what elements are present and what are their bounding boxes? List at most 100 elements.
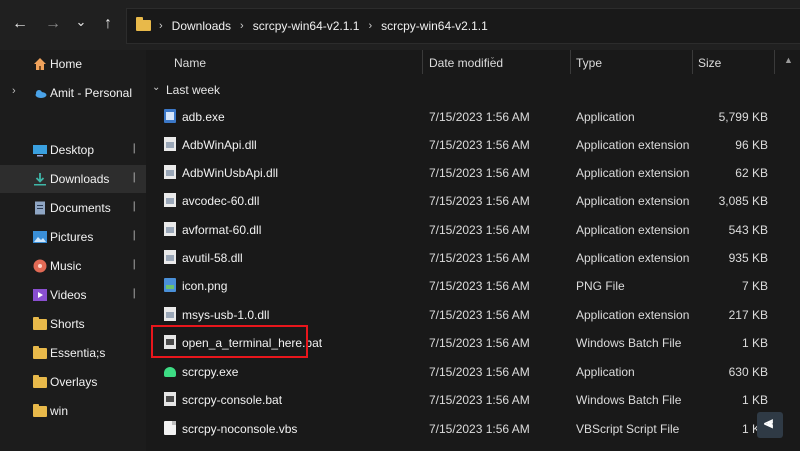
sidebar-item-pictures[interactable]: Pictures ❘: [0, 223, 146, 251]
sidebar-item-label: Documents: [50, 201, 111, 215]
file-date: 7/15/2023 1:56 AM: [429, 308, 530, 322]
sidebar-item-home[interactable]: Home: [0, 50, 146, 78]
file-name: adb.exe: [182, 110, 225, 124]
file-size: 217 KB: [728, 308, 768, 322]
expand-chevron-icon[interactable]: ›: [12, 85, 16, 97]
column-header-size[interactable]: Size: [698, 56, 721, 70]
column-divider[interactable]: [422, 50, 423, 74]
sidebar-item-desktop[interactable]: Desktop ❘: [0, 136, 146, 164]
back-arrow-icon: ←: [12, 15, 28, 32]
download-icon: [33, 172, 47, 186]
dll-icon: [164, 137, 176, 151]
back-button[interactable]: ←: [10, 14, 30, 34]
sidebar-item-documents[interactable]: Documents ❘: [0, 194, 146, 222]
file-row[interactable]: avformat-60.dll 7/15/2023 1:56 AM Applic…: [146, 215, 780, 243]
sidebar-item-videos[interactable]: Videos ❘: [0, 281, 146, 309]
column-header-name[interactable]: Name: [174, 56, 206, 70]
file-size: 630 KB: [728, 365, 768, 379]
sidebar-item-label: Videos: [50, 288, 87, 302]
dll-icon: [164, 165, 176, 179]
dll-icon: [164, 250, 176, 264]
file-date: 7/15/2023 1:56 AM: [429, 336, 530, 350]
up-button[interactable]: ↑: [98, 14, 118, 34]
file-size: 3,085 KB: [718, 194, 768, 208]
file-type: Windows Batch File: [576, 336, 682, 350]
file-size: 7 KB: [741, 279, 768, 293]
file-type: Application: [576, 110, 635, 124]
vbs-icon: [164, 421, 176, 435]
file-date: 7/15/2023 1:56 AM: [429, 110, 530, 124]
column-header-type[interactable]: Type: [576, 56, 602, 70]
vertical-scrollbar[interactable]: ▲: [776, 50, 800, 451]
column-divider[interactable]: [570, 50, 571, 74]
file-date: 7/15/2023 1:56 AM: [429, 251, 530, 265]
dll-icon: [164, 193, 176, 207]
file-name: scrcpy-console.bat: [182, 393, 283, 407]
folder-icon: [33, 375, 47, 388]
file-row[interactable]: AdbWinUsbApi.dll 7/15/2023 1:56 AM Appli…: [146, 158, 780, 186]
file-row[interactable]: scrcpy.exe 7/15/2023 1:56 AM Application…: [146, 357, 780, 385]
file-row[interactable]: scrcpy-console.bat 7/15/2023 1:56 AM Win…: [146, 385, 780, 413]
sidebar-item-shorts[interactable]: Shorts: [0, 310, 146, 338]
folder-icon: [33, 346, 47, 359]
file-date: 7/15/2023 1:56 AM: [429, 223, 530, 237]
sort-indicator-icon: ˇ: [491, 56, 494, 66]
file-row[interactable]: msys-usb-1.0.dll 7/15/2023 1:56 AM Appli…: [146, 300, 780, 328]
file-size: 1 KB: [741, 336, 768, 350]
cloud-icon: [33, 86, 47, 100]
file-name: scrcpy-noconsole.vbs: [182, 422, 298, 436]
breadcrumb-scrcpy-inner[interactable]: scrcpy-win64-v2.1.1: [381, 19, 488, 33]
recent-locations-button[interactable]: ⌄: [71, 12, 91, 32]
png-icon: [164, 278, 176, 292]
file-size: 935 KB: [728, 251, 768, 265]
file-size: 1 KB: [741, 393, 768, 407]
home-icon: [33, 57, 47, 71]
android-icon: [164, 367, 176, 377]
pin-icon[interactable]: ❘: [130, 143, 138, 154]
file-name: avutil-58.dll: [182, 251, 243, 265]
file-name: avcodec-60.dll: [182, 194, 260, 208]
file-row[interactable]: avutil-58.dll 7/15/2023 1:56 AM Applicat…: [146, 243, 780, 271]
pin-icon[interactable]: ❘: [130, 230, 138, 241]
file-size: 543 KB: [728, 223, 768, 237]
file-name: AdbWinUsbApi.dll: [182, 166, 279, 180]
column-headers: Name Date modified ˇ Type Size: [146, 50, 776, 74]
forward-button[interactable]: →: [43, 14, 63, 34]
file-row[interactable]: icon.png 7/15/2023 1:56 AM PNG File 7 KB: [146, 271, 780, 299]
breadcrumb-downloads[interactable]: Downloads: [172, 19, 231, 33]
file-type: Application: [576, 365, 635, 379]
dll-icon: [164, 307, 176, 321]
sidebar-item-overlays[interactable]: Overlays: [0, 368, 146, 396]
pin-icon[interactable]: ❘: [130, 288, 138, 299]
chevron-right-icon: ›: [368, 20, 373, 32]
pictures-icon: [33, 230, 47, 244]
file-row[interactable]: avcodec-60.dll 7/15/2023 1:56 AM Applica…: [146, 186, 780, 214]
sidebar-item-win[interactable]: win: [0, 397, 146, 425]
pin-icon[interactable]: ❘: [130, 172, 138, 183]
sidebar-item-label: win: [50, 404, 69, 418]
sidebar-item-label: Home: [50, 57, 83, 71]
address-bar[interactable]: › Downloads › scrcpy-win64-v2.1.1 › scrc…: [126, 8, 800, 44]
sidebar-item-downloads[interactable]: Downloads ❘: [0, 165, 146, 193]
column-divider[interactable]: [774, 50, 775, 74]
videos-icon: [33, 288, 47, 302]
file-row[interactable]: AdbWinApi.dll 7/15/2023 1:56 AM Applicat…: [146, 130, 780, 158]
navigation-pane: Home › Amit - Personal Desktop ❘ Downloa…: [0, 50, 146, 451]
sidebar-item-essentials[interactable]: Essentia;s: [0, 339, 146, 367]
file-size: 1 KB: [741, 422, 768, 436]
file-type: Windows Batch File: [576, 393, 682, 407]
column-divider[interactable]: [692, 50, 693, 74]
file-type: Application extension: [576, 138, 690, 152]
sidebar-item-onedrive[interactable]: › Amit - Personal: [0, 79, 146, 107]
music-icon: [33, 259, 47, 273]
scroll-up-arrow-icon[interactable]: ▲: [784, 55, 793, 65]
pin-icon[interactable]: ❘: [130, 201, 138, 212]
file-type: Application extension: [576, 223, 690, 237]
file-row[interactable]: adb.exe 7/15/2023 1:56 AM Application 5,…: [146, 102, 780, 130]
highlight-box: [151, 325, 308, 358]
file-row[interactable]: scrcpy-noconsole.vbs 7/15/2023 1:56 AM V…: [146, 414, 780, 442]
breadcrumb-scrcpy-outer[interactable]: scrcpy-win64-v2.1.1: [253, 19, 360, 33]
pin-icon[interactable]: ❘: [130, 259, 138, 270]
file-date: 7/15/2023 1:56 AM: [429, 365, 530, 379]
sidebar-item-music[interactable]: Music ❘: [0, 252, 146, 280]
